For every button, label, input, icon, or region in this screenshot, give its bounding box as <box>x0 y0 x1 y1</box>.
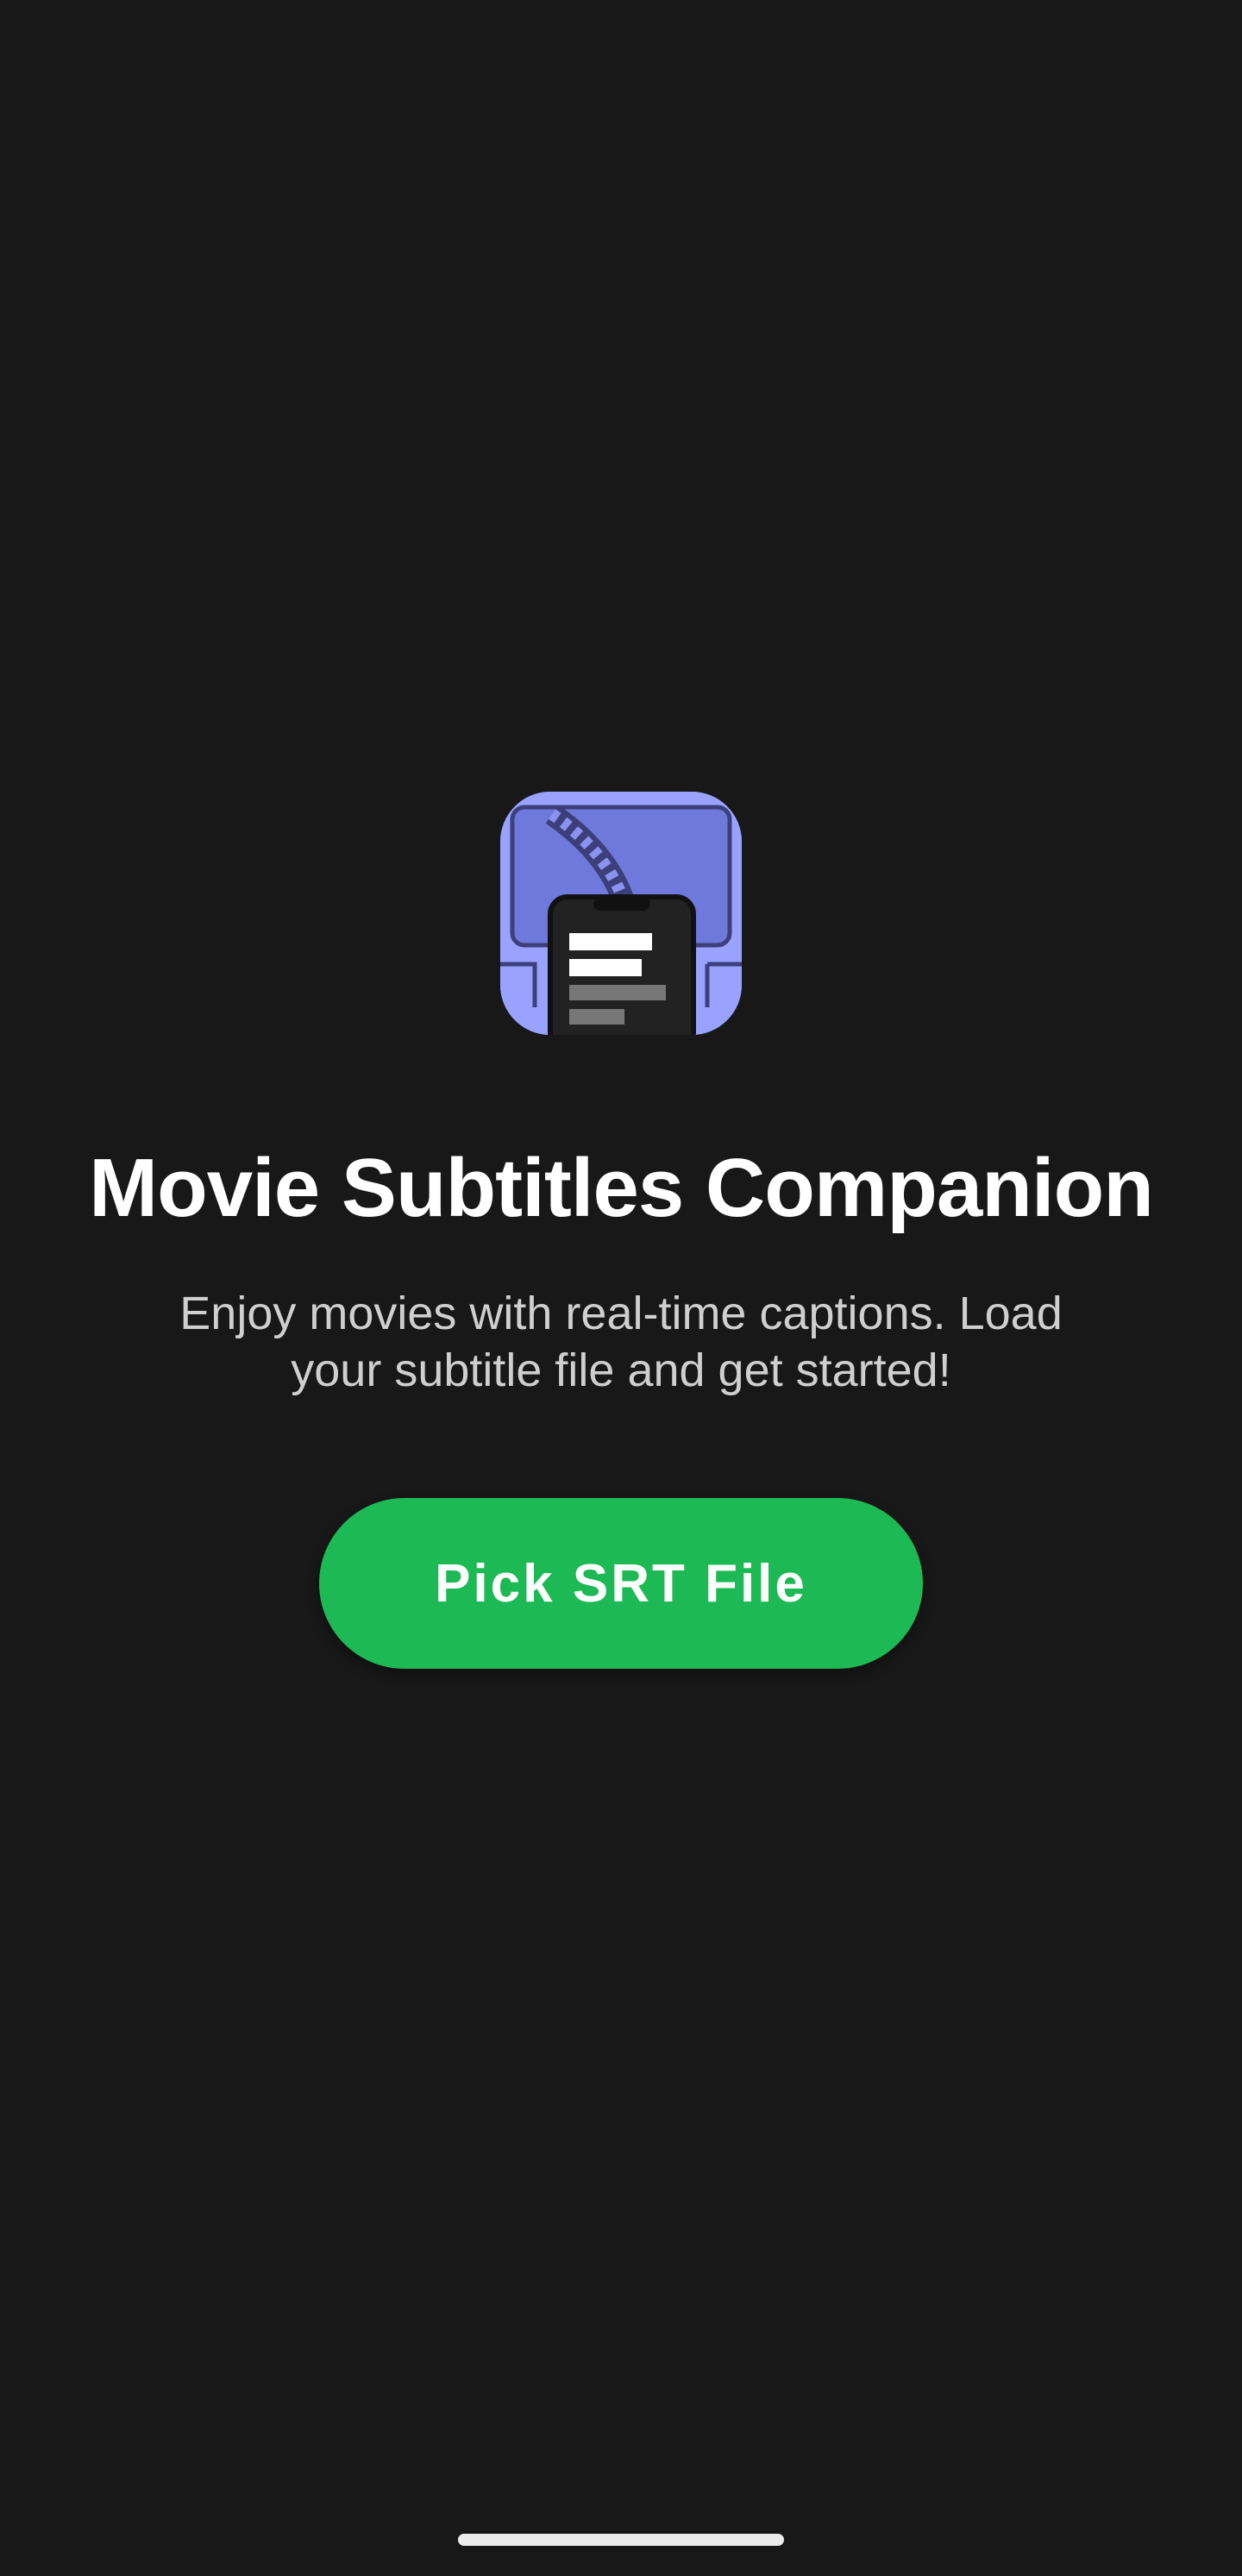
home-indicator[interactable] <box>458 2534 784 2546</box>
app-description: Enjoy movies with real-time captions. Lo… <box>179 1288 1063 1396</box>
app-logo-icon <box>500 792 742 1035</box>
app-title: Movie Subtitles Companion <box>89 1142 1154 1234</box>
welcome-screen: Movie Subtitles Companion Enjoy movies w… <box>0 0 1242 2576</box>
pick-srt-file-button[interactable]: Pick SRT File <box>319 1498 923 1669</box>
